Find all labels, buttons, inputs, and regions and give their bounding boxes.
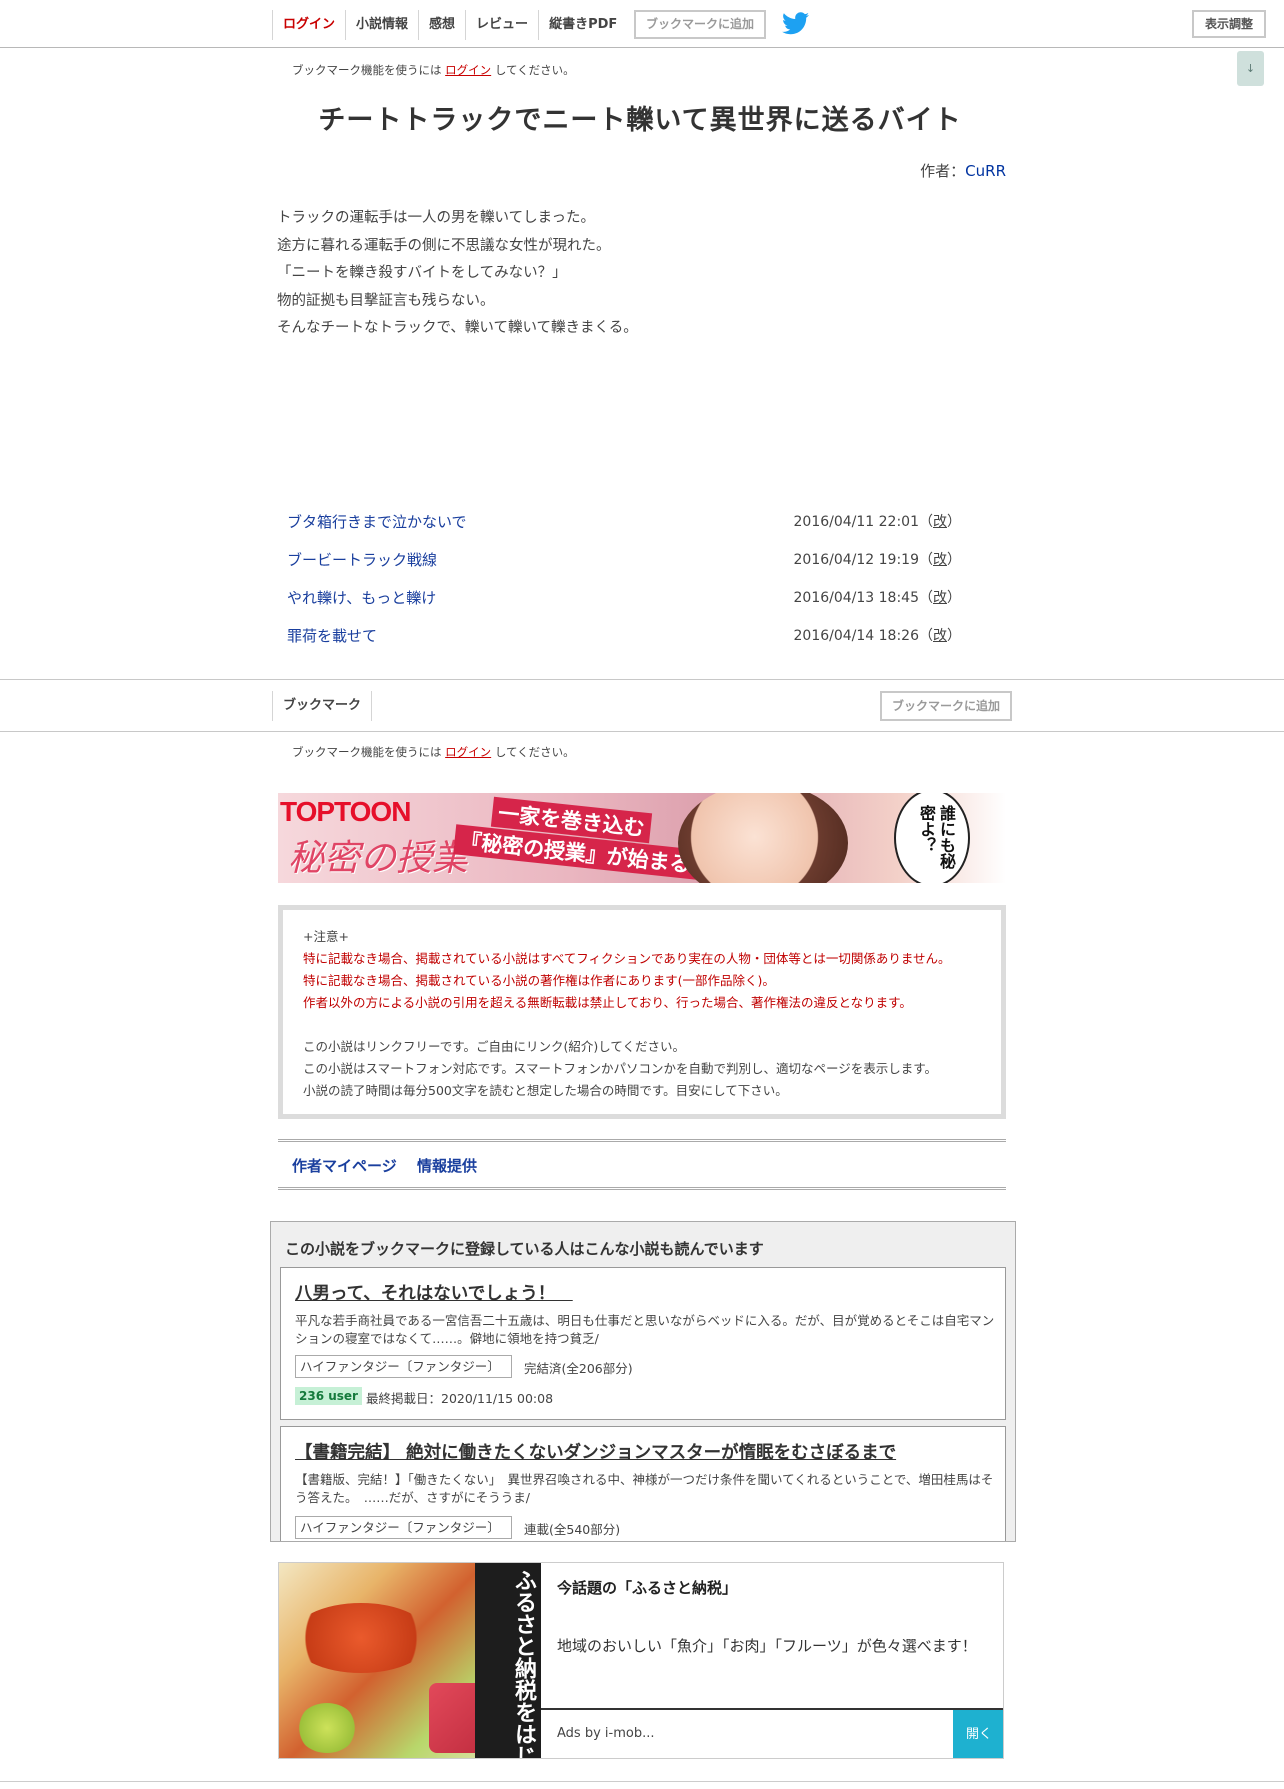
notice-line: 小説の読了時間は毎分500文字を読むと想定した場合の時間です。目安にして下さい。 <box>303 1083 788 1098</box>
chapter-row: 罪荷を載せて 2016/04/14 18:26（改） <box>287 617 987 655</box>
recommend-user-badge: 236 user <box>295 1387 362 1405</box>
chapter-list: ブタ箱行きまで泣かないで 2016/04/11 22:01（改） ブービートラッ… <box>287 503 987 655</box>
notice-red-line: 特に記載なき場合、掲載されている小説の著作権は作者にあります(一部作品除く)。 <box>303 973 775 988</box>
ad-bubble-text: 誰にも秘密よ？ <box>917 805 956 869</box>
chapter-date: 2016/04/11 22:01（改） <box>793 514 962 530</box>
recommend-desc: 【書籍版、完結！】「働きたくない」 異世界召喚される中、神様が一つだけ条件を聞い… <box>295 1472 994 1505</box>
chapter-row: ブービートラック戦線 2016/04/12 19:19（改） <box>287 541 987 579</box>
top-nav: ログイン 小説情報 感想 レビュー 縦書きPDF ブックマークに追加 表示調整 <box>0 0 1284 48</box>
ad-banner[interactable]: TOPTOON 秘密の授業 一家を巻き込む 『秘密の授業』が始まる！ 誰にも秘密… <box>278 793 1006 883</box>
chapter-date: 2016/04/12 19:19（改） <box>793 552 962 568</box>
chapter-date: 2016/04/14 18:26（改） <box>793 628 962 644</box>
scroll-down-button[interactable]: ↓ <box>1237 51 1264 86</box>
login-hint-bottom: ブックマーク機能を使うには ログイン してください。 <box>292 744 575 760</box>
author-links: 作者マイページ 情報提供 <box>278 1139 1006 1190</box>
notice-heading: +注意+ <box>303 929 349 944</box>
notice-line: この小説はスマートフォン対応です。スマートフォンかパソコンかを自動で判別し、適切… <box>303 1061 938 1076</box>
chapter-date: 2016/04/13 18:45（改） <box>793 590 962 606</box>
recommend-box: この小説をブックマークに登録している人はこんな小説も読んでいます 八男って、それ… <box>270 1221 1016 1542</box>
login-hint-top: ブックマーク機能を使うには ログイン してください。 <box>292 62 575 78</box>
recommend-genre: ハイファンタジー〔ファンタジー〕 <box>295 1355 512 1378</box>
native-ad[interactable]: ふるさと納税をはじめよう 今話題の「ふるさと納税」 地域のおいしい「魚介」「お肉… <box>278 1562 1004 1759</box>
recommend-heading: この小説をブックマークに登録している人はこんな小説も読んでいます <box>285 1240 764 1258</box>
login-hint-prefix: ブックマーク機能を使うには <box>292 745 442 759</box>
chapter-row: ブタ箱行きまで泣かないで 2016/04/11 22:01（改） <box>287 503 987 541</box>
ad-provider: Ads by i-mob... <box>557 1726 655 1741</box>
synopsis: トラックの運転手は一人の男を轢いてしまった。 途方に暮れる運転手の側に不思議な女… <box>277 205 1007 343</box>
bookmark-add-button[interactable]: ブックマークに追加 <box>634 10 766 39</box>
bottom-divider <box>0 1781 1284 1782</box>
author-link[interactable]: CuRR <box>965 162 1006 180</box>
revision-link[interactable]: 改 <box>933 590 947 606</box>
notice-red-line: 作者以外の方による小説の引用を超える無断転載は禁止しており、行った場合、著作権法… <box>303 995 912 1010</box>
ad-logo-sub: 秘密の授業 <box>288 838 469 879</box>
ad-open-button[interactable]: 開く <box>953 1710 1003 1758</box>
twitter-icon[interactable] <box>782 12 809 35</box>
login-hint-suffix: してください。 <box>494 745 575 759</box>
chapter-link[interactable]: やれ轢け、もっと轢け <box>287 587 436 608</box>
bookmark-bar: ブックマーク ブックマークに追加 <box>0 679 1284 732</box>
recommend-last-updated: 最終掲載日：2020/11/15 00:08 <box>366 1391 554 1406</box>
nav-login[interactable]: ログイン <box>272 10 345 40</box>
revision-link[interactable]: 改 <box>933 514 947 530</box>
nav-impressions[interactable]: 感想 <box>418 10 465 40</box>
synopsis-line: そんなチートなトラックで、轢いて轢いて轢きまくる。 <box>277 320 638 336</box>
author-line: 作者：CuRR <box>920 160 1006 181</box>
recommend-genre: ハイファンタジー〔ファンタジー〕 <box>295 1516 512 1539</box>
ad-title[interactable]: 今話題の「ふるさと納税」 <box>557 1577 737 1598</box>
author-label: 作者： <box>920 162 966 180</box>
recommend-card: 八男って、それはないでしょう！ 平凡な若手商社員である一宮信吾二十五歳は、明日も… <box>280 1267 1006 1420</box>
synopsis-line: 「ニートを轢き殺すバイトをしてみない？」 <box>277 265 567 281</box>
recommend-desc: 平凡な若手商社員である一宮信吾二十五歳は、明日も仕事だと思いながらベッドに入る。… <box>295 1313 995 1346</box>
notice-line: この小説はリンクフリーです。ご自由にリンク(紹介)してください。 <box>303 1039 686 1054</box>
nav-review[interactable]: レビュー <box>465 10 538 40</box>
bookmark-tab[interactable]: ブックマーク <box>272 691 373 721</box>
recommend-title-link[interactable]: 八男って、それはないでしょう！ <box>295 1280 573 1305</box>
ad-crab-shape <box>291 1603 431 1673</box>
chapter-link[interactable]: 罪荷を載せて <box>287 625 377 646</box>
login-hint-suffix: してください。 <box>494 63 575 77</box>
display-settings-button[interactable]: 表示調整 <box>1192 10 1266 38</box>
notice-box: +注意+ 特に記載なき場合、掲載されている小説はすべてフィクションであり実在の人… <box>278 905 1006 1119</box>
chapter-row: やれ轢け、もっと轢け 2016/04/13 18:45（改） <box>287 579 987 617</box>
chapter-link[interactable]: ブービートラック戦線 <box>287 549 437 570</box>
ad-description: 地域のおいしい「魚介」「お肉」「フルーツ」が色々選べます！ <box>557 1637 977 1655</box>
bookmark-add-button-bottom[interactable]: ブックマークに追加 <box>880 691 1012 721</box>
ad-grapes-shape <box>297 1703 357 1753</box>
revision-link[interactable]: 改 <box>933 552 947 568</box>
ad-logo: TOPTOON <box>280 796 411 827</box>
ad-character-image <box>678 793 848 883</box>
synopsis-line: トラックの運転手は一人の男を轢いてしまった。 <box>277 210 595 226</box>
nav-novel-info[interactable]: 小説情報 <box>345 10 418 40</box>
info-report-link[interactable]: 情報提供 <box>417 1155 477 1176</box>
novel-title: チートトラックでニート轢いて異世界に送るバイト <box>318 105 962 136</box>
login-hint-link[interactable]: ログイン <box>445 745 491 759</box>
chapter-link[interactable]: ブタ箱行きまで泣かないで <box>287 511 467 532</box>
synopsis-line: 物的証拠も目撃証言も残らない。 <box>277 292 495 309</box>
login-hint-prefix: ブックマーク機能を使うには <box>292 63 442 77</box>
revision-link[interactable]: 改 <box>933 628 947 644</box>
recommend-status: 完結済(全206部分) <box>524 1361 633 1376</box>
ad-footer: Ads by i-mob... 開く <box>541 1708 1003 1758</box>
author-mypage-link[interactable]: 作者マイページ <box>292 1155 397 1176</box>
nav-list: ログイン 小説情報 感想 レビュー 縦書きPDF <box>272 10 627 40</box>
recommend-status: 連載(全540部分) <box>524 1522 621 1537</box>
synopsis-line: 途方に暮れる運転手の側に不思議な女性が現れた。 <box>277 237 611 254</box>
login-hint-link[interactable]: ログイン <box>445 63 491 77</box>
recommend-card: 【書籍完結】 絶対に働きたくないダンジョンマスターが惰眠をむさぼるまで 【書籍版… <box>280 1426 1006 1541</box>
notice-red-line: 特に記載なき場合、掲載されている小説はすべてフィクションであり実在の人物・団体等… <box>303 951 951 966</box>
ad-vertical-text: ふるさと納税をはじめよう <box>511 1569 536 1759</box>
recommend-title-link[interactable]: 【書籍完結】 絶対に働きたくないダンジョンマスターが惰眠をむさぼるまで <box>295 1439 896 1464</box>
nav-vertical-pdf[interactable]: 縦書きPDF <box>538 10 627 40</box>
